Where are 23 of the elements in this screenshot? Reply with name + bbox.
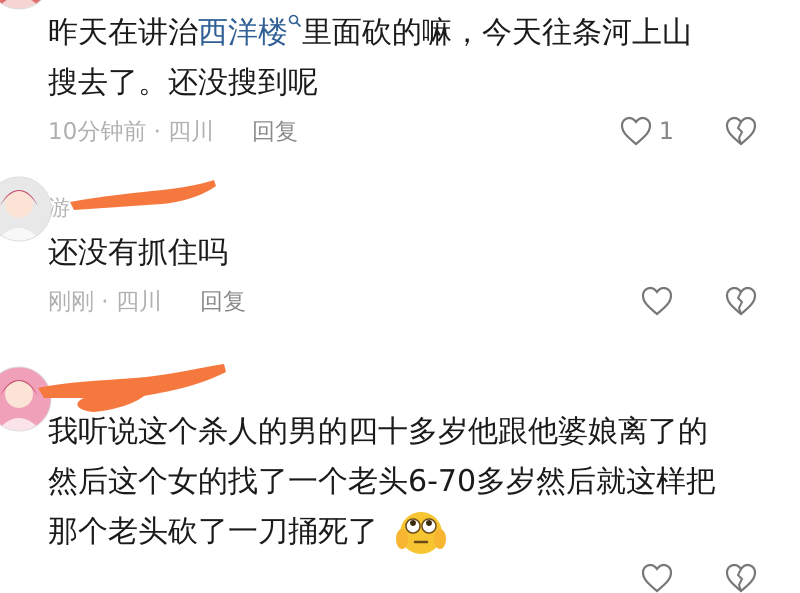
comment-text: 昨天在讲治	[48, 14, 198, 52]
like-button[interactable]	[640, 562, 674, 593]
search-link[interactable]: 西洋楼	[198, 8, 302, 58]
like-button[interactable]: 1	[618, 115, 674, 147]
time-location: 10分钟前 · 四川	[48, 118, 214, 146]
comment-text: 搜去了。还没搜到呢	[48, 64, 318, 102]
broken-heart-icon[interactable]	[724, 115, 758, 147]
comment-text: 那个老头砍了一刀捅死了	[48, 513, 378, 552]
comment-text: 我听说这个杀人的男的四十多岁他跟他婆娘离了的	[48, 413, 708, 452]
reply-button[interactable]: 回复	[200, 286, 246, 316]
broken-heart-icon[interactable]	[724, 285, 758, 317]
like-button[interactable]	[640, 285, 674, 317]
heart-icon	[640, 285, 674, 317]
comment-text: 还没有抓住吗	[48, 234, 228, 272]
broken-heart-icon[interactable]	[724, 562, 758, 593]
heart-icon	[618, 115, 653, 147]
comment-text: 然后这个女的找了一个老头6-70多岁然后就这样把	[48, 463, 716, 502]
emoji-icon	[394, 509, 448, 556]
heart-icon	[640, 562, 674, 593]
time-location: 刚刚 · 四川	[48, 288, 162, 316]
comment-text: 里面砍的嘛，今天往条河上山	[302, 14, 692, 52]
reply-button[interactable]: 回复	[252, 116, 298, 146]
search-icon	[288, 14, 302, 28]
